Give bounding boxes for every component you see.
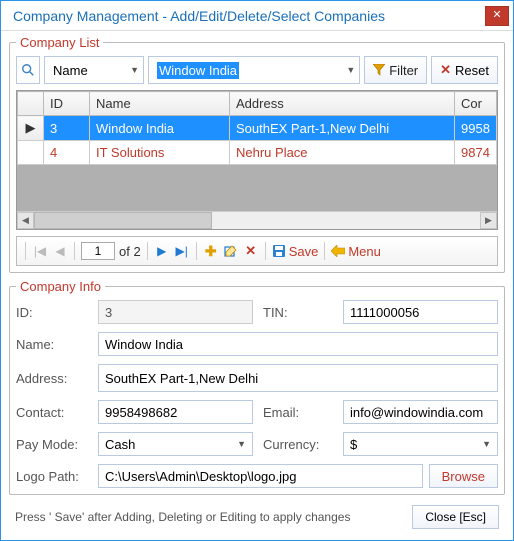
grid-empty-area: [17, 165, 497, 211]
chevron-down-icon: ▼: [482, 439, 491, 449]
grid-header-contact[interactable]: Cor: [455, 92, 497, 116]
funnel-icon: [373, 64, 385, 76]
nav-save-label: Save: [289, 244, 319, 259]
cell-name: IT Solutions: [90, 141, 230, 165]
nav-add-icon[interactable]: ✚: [203, 243, 219, 259]
logo-label: Logo Path:: [16, 469, 88, 484]
close-icon: ✕: [492, 10, 501, 21]
grid-header-name[interactable]: Name: [90, 92, 230, 116]
grid-header-rowselector: [18, 92, 44, 116]
filter-row: Name ▼ Window India ▼ Filter ✕ Reset: [16, 56, 498, 84]
filter-value-combo[interactable]: Window India ▼: [148, 56, 360, 84]
nav-menu-button[interactable]: Menu: [331, 244, 381, 259]
table-row[interactable]: ▶ 3 Window India SouthEX Part-1,New Delh…: [18, 116, 497, 141]
reset-button[interactable]: ✕ Reset: [431, 56, 498, 84]
name-label: Name:: [16, 337, 88, 352]
nav-first-icon[interactable]: |◀: [32, 243, 48, 259]
nav-page-input[interactable]: [81, 242, 115, 260]
browse-button[interactable]: Browse: [429, 464, 498, 488]
company-list-legend: Company List: [16, 35, 103, 50]
grid-header-row: ID Name Address Cor: [18, 92, 497, 116]
save-icon: [272, 244, 286, 258]
cell-address: SouthEX Part-1,New Delhi: [230, 116, 455, 141]
cell-address: Nehru Place: [230, 141, 455, 165]
close-button[interactable]: Close [Esc]: [412, 505, 499, 529]
cell-contact: 9874: [455, 141, 497, 165]
filter-column-select[interactable]: Name ▼: [44, 56, 144, 84]
scroll-left-icon[interactable]: ◀: [17, 212, 34, 229]
footer: Press ' Save' after Adding, Deleting or …: [9, 501, 505, 529]
nav-menu-label: Menu: [348, 244, 381, 259]
table-row[interactable]: 4 IT Solutions Nehru Place 9874: [18, 141, 497, 165]
footer-hint: Press ' Save' after Adding, Deleting or …: [15, 510, 350, 524]
contact-field[interactable]: [98, 400, 253, 424]
email-label: Email:: [263, 405, 333, 420]
nav-of-label: of 2: [119, 244, 141, 259]
filter-button[interactable]: Filter: [364, 56, 427, 84]
filter-column-value: Name: [53, 63, 88, 78]
scroll-thumb[interactable]: [34, 212, 212, 229]
cell-id: 4: [44, 141, 90, 165]
cell-contact: 9958: [455, 116, 497, 141]
nav-next-icon[interactable]: ▶: [154, 243, 170, 259]
address-label: Address:: [16, 371, 88, 386]
currency-label: Currency:: [263, 437, 333, 452]
reset-button-label: Reset: [455, 63, 489, 78]
currency-value: $: [350, 437, 357, 452]
grid-horizontal-scrollbar[interactable]: ◀ ▶: [17, 211, 497, 229]
scroll-track[interactable]: [34, 212, 480, 229]
paymode-select[interactable]: Cash ▼: [98, 432, 253, 456]
grid-header-address[interactable]: Address: [230, 92, 455, 116]
nav-edit-icon[interactable]: [223, 243, 239, 259]
grid-table: ID Name Address Cor ▶ 3 Window India Sou…: [17, 91, 497, 165]
name-field[interactable]: [98, 332, 498, 356]
nav-prev-icon[interactable]: ◀: [52, 243, 68, 259]
x-icon: ✕: [440, 62, 451, 78]
logo-path-field[interactable]: [98, 464, 423, 488]
company-grid[interactable]: ID Name Address Cor ▶ 3 Window India Sou…: [16, 90, 498, 230]
nav-delete-icon[interactable]: ✕: [243, 243, 259, 259]
scroll-right-icon[interactable]: ▶: [480, 212, 497, 229]
titlebar: Company Management - Add/Edit/Delete/Sel…: [1, 1, 513, 31]
nav-save-button[interactable]: Save: [272, 244, 319, 259]
cell-name: Window India: [90, 116, 230, 141]
company-info-legend: Company Info: [16, 279, 105, 294]
row-indicator-icon: ▶: [18, 116, 44, 141]
grid-header-id[interactable]: ID: [44, 92, 90, 116]
currency-select[interactable]: $ ▼: [343, 432, 498, 456]
email-field[interactable]: [343, 400, 498, 424]
filter-value-text: Window India: [157, 62, 239, 79]
arrow-left-icon: [331, 245, 345, 257]
chevron-down-icon: ▼: [237, 439, 246, 449]
company-list-group: Company List Name ▼ Window India ▼ Filte…: [9, 35, 505, 273]
address-field[interactable]: [98, 364, 498, 392]
row-indicator-icon: [18, 141, 44, 165]
search-icon: [16, 56, 40, 84]
id-label: ID:: [16, 305, 88, 320]
nav-last-icon[interactable]: ▶|: [174, 243, 190, 259]
paymode-value: Cash: [105, 437, 135, 452]
filter-button-label: Filter: [389, 63, 418, 78]
contact-label: Contact:: [16, 405, 88, 420]
cell-id: 3: [44, 116, 90, 141]
tin-field[interactable]: [343, 300, 498, 324]
id-field: [98, 300, 253, 324]
window-close-button[interactable]: ✕: [485, 6, 509, 26]
paymode-label: Pay Mode:: [16, 437, 88, 452]
company-info-group: Company Info ID: TIN: Name: Address: Con…: [9, 279, 505, 495]
window-title: Company Management - Add/Edit/Delete/Sel…: [13, 8, 485, 24]
chevron-down-icon: ▼: [346, 65, 355, 75]
chevron-down-icon: ▼: [130, 65, 139, 75]
tin-label: TIN:: [263, 305, 333, 320]
grid-navigator: |◀ ◀ of 2 ▶ ▶| ✚ ✕ Save: [16, 236, 498, 266]
